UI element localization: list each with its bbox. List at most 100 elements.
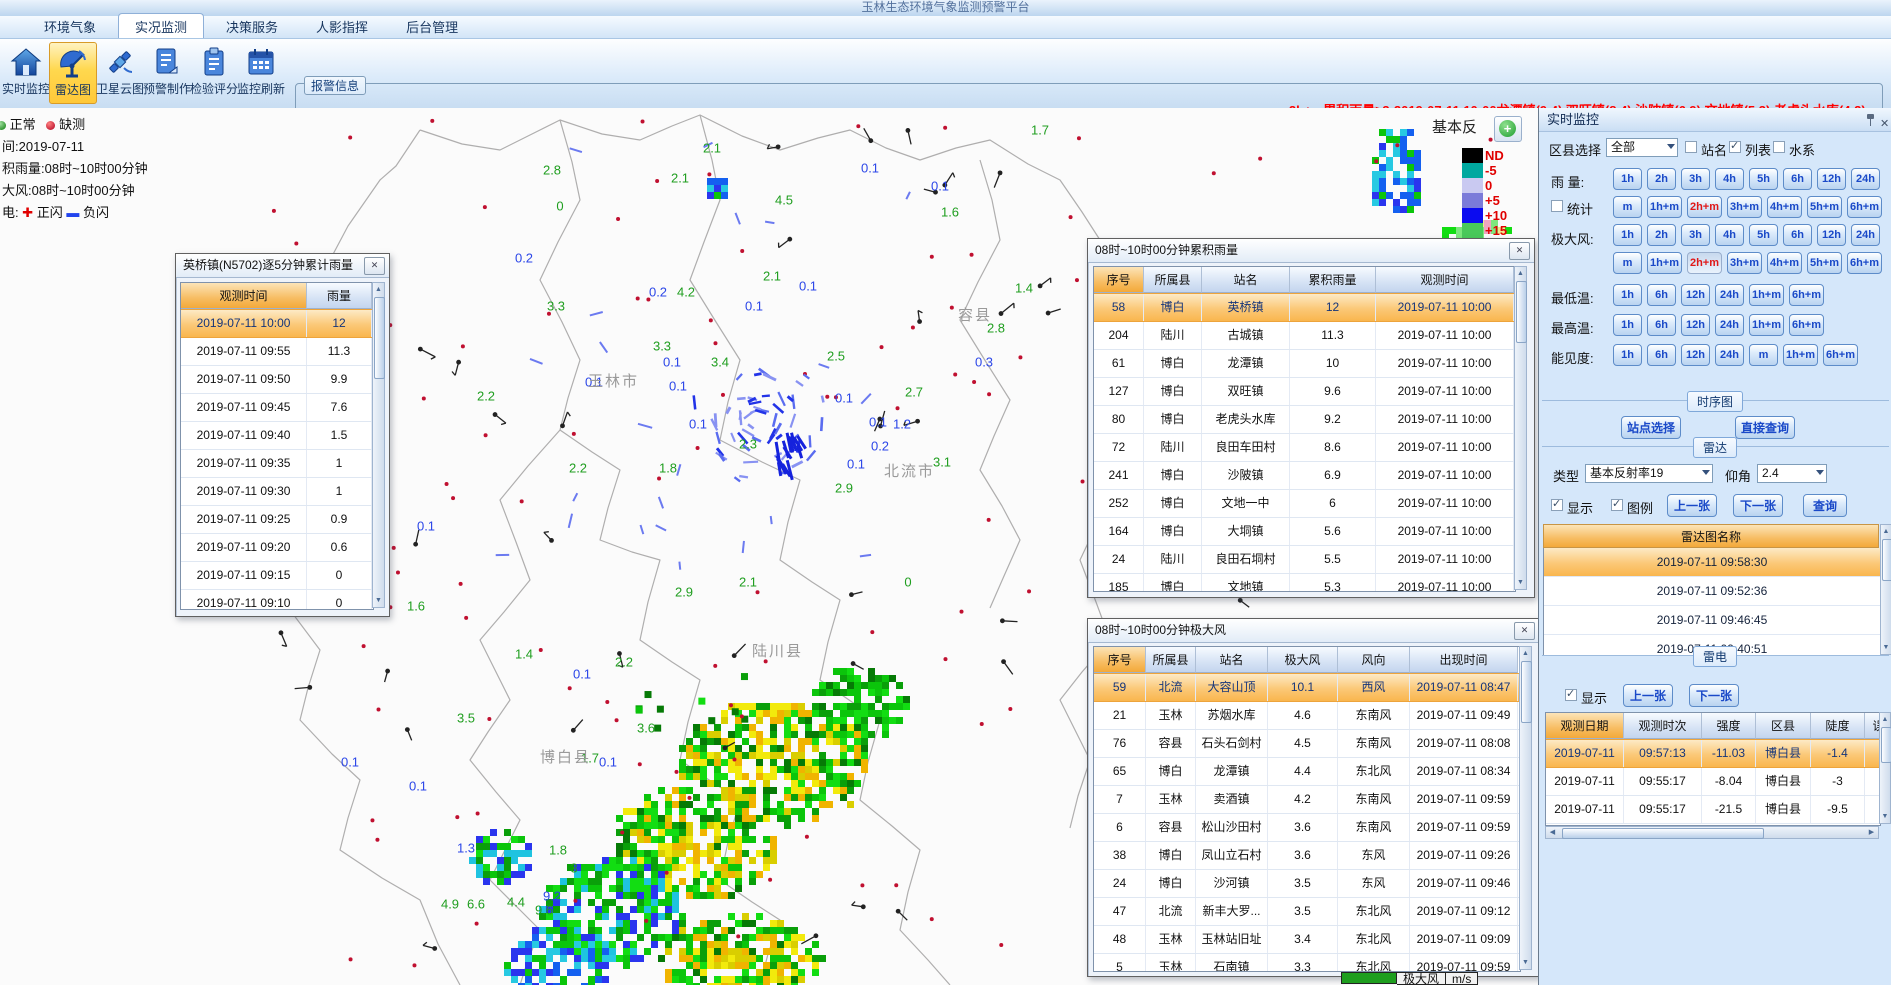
range-button-1h+m[interactable]: 1h+m [1647,196,1682,218]
table-row[interactable]: 2019-07-11 09:457.6 [181,394,373,422]
table-row[interactable]: 48玉林玉林站旧址3.4东北风2019-07-11 09:09 [1094,926,1520,954]
radar-next-button[interactable]: 下一张 [1733,494,1783,517]
toolbar-button-实时监控[interactable]: 实时监控 [2,42,50,104]
station-name-checkbox[interactable] [1685,141,1697,153]
column-header-雨量[interactable]: 雨量 [307,283,372,309]
range-button-6h+m[interactable]: 6h+m [1789,314,1824,336]
range-button-6h+m[interactable]: 6h+m [1847,196,1882,218]
table-row[interactable]: 21玉林苏烟水库4.6东南风2019-07-11 09:49 [1094,702,1520,730]
column-header-观测时间[interactable]: 观测时间 [181,283,307,309]
column-header-风向[interactable]: 风向 [1338,647,1410,673]
range-button-6h[interactable]: 6h [1647,284,1676,306]
statistics-checkbox[interactable] [1551,200,1563,212]
table-row[interactable]: 241博白沙陂镇6.92019-07-11 10:00 [1094,462,1515,490]
rain-acc-window-title[interactable]: 08时~10时00分钟累积雨量 ✕ [1088,239,1534,263]
range-button-1h[interactable]: 1h [1613,314,1642,336]
radar-list-item[interactable]: 2019-07-11 09:46:45 [1544,606,1880,635]
district-select-dropdown[interactable]: 全部 [1606,138,1678,157]
wind-window-title[interactable]: 08时~10时00分钟极大风 ✕ [1088,619,1539,643]
table-row[interactable]: 2019-07-1109:55:17-21.5博白县-9.511 [1546,796,1880,824]
range-button-4h+m[interactable]: 4h+m [1767,252,1802,274]
direct-query-button[interactable]: 直接查询 [1735,416,1795,439]
table-row[interactable]: 76容县石头石剑村4.5东南风2019-07-11 08:08 [1094,730,1520,758]
vertical-scrollbar[interactable]: ▲▼ [1880,524,1891,655]
table-row[interactable]: 2019-07-11 09:250.9 [181,506,373,534]
column-header-站名[interactable]: 站名 [1202,267,1290,293]
range-button-5h[interactable]: 5h [1749,168,1778,190]
table-row[interactable]: 5玉林石南镇3.3东北风2019-07-11 09:59 [1094,954,1520,972]
table-row[interactable]: 2019-07-11 09:301 [181,478,373,506]
column-header-序号[interactable]: 序号 [1094,267,1144,293]
table-row[interactable]: 59北流大容山顶10.1西风2019-07-11 08:47 [1094,673,1520,702]
table-row[interactable]: 2019-07-11 09:200.6 [181,534,373,562]
table-row[interactable]: 24博白沙河镇3.5东风2019-07-11 09:46 [1094,870,1520,898]
range-button-1h+m[interactable]: 1h+m [1749,314,1784,336]
radar-list-item[interactable]: 2019-07-11 09:52:36 [1544,577,1880,606]
range-button-2h[interactable]: 2h [1647,224,1676,246]
table-row[interactable]: 7玉林卖酒镇4.2东南风2019-07-11 09:59 [1094,786,1520,814]
column-header-站名[interactable]: 站名 [1196,647,1268,673]
column-header-出现时间[interactable]: 出现时间 [1410,647,1518,673]
column-header-区县[interactable]: 区县 [1756,713,1811,739]
range-button-1h[interactable]: 1h [1613,168,1642,190]
toolbar-button-卫星云图[interactable]: 卫星云图 [96,42,144,104]
range-button-6h+m[interactable]: 6h+m [1823,344,1858,366]
range-button-2h+m[interactable]: 2h+m [1687,196,1722,218]
table-row[interactable]: 127博白双旺镇9.62019-07-11 10:00 [1094,378,1515,406]
range-button-3h[interactable]: 3h [1681,224,1710,246]
column-header-观测时间[interactable]: 观测时间 [1376,267,1514,293]
range-button-4h[interactable]: 4h [1715,168,1744,190]
table-row[interactable]: 2019-07-11 09:100 [181,590,373,610]
vertical-scrollbar[interactable]: ▲▼ [372,282,385,608]
table-row[interactable]: 65博白龙潭镇4.4东北风2019-07-11 08:34 [1094,758,1520,786]
column-header-极大风[interactable]: 极大风 [1268,647,1338,673]
table-row[interactable]: 80博白老虎头水库9.22019-07-11 10:00 [1094,406,1515,434]
menu-tab-环境气象[interactable]: 环境气象 [28,14,112,38]
column-header-所属县[interactable]: 所属县 [1146,647,1196,673]
toolbar-button-监控刷新[interactable]: 监控刷新 [237,42,285,104]
range-button-1h[interactable]: 1h [1613,224,1642,246]
table-row[interactable]: 2019-07-11 09:401.5 [181,422,373,450]
menu-tab-实况监测[interactable]: 实况监测 [118,13,204,38]
radar-type-dropdown[interactable]: 基本反射率19 [1585,464,1713,483]
column-header-所属县[interactable]: 所属县 [1144,267,1202,293]
range-button-3h+m[interactable]: 3h+m [1727,196,1762,218]
range-button-24h[interactable]: 24h [1715,344,1744,366]
column-header-强度[interactable]: 强度 [1702,713,1756,739]
lightning-next-button[interactable]: 下一张 [1689,684,1739,707]
table-row[interactable]: 2019-07-11 09:509.9 [181,366,373,394]
horizontal-scrollbar[interactable]: ◀▶ [1545,826,1879,839]
range-button-6h+m[interactable]: 6h+m [1847,252,1882,274]
radar-list-item[interactable]: 2019-07-11 09:58:30 [1544,548,1880,577]
elevation-dropdown[interactable]: 2.4 [1757,464,1827,483]
table-row[interactable]: 204陆川古城镇11.32019-07-11 10:00 [1094,322,1515,350]
close-icon[interactable]: ✕ [1514,622,1535,640]
menu-tab-后台管理[interactable]: 后台管理 [390,14,474,38]
close-icon[interactable]: ✕ [1509,242,1530,260]
range-button-24h[interactable]: 24h [1851,224,1880,246]
rain-acc-window[interactable]: 08时~10时00分钟累积雨量 ✕ 序号所属县站名累积雨量观测时间 58博白英桥… [1087,238,1535,598]
lightning-table[interactable]: 观测日期观测时次强度区县陡度误差 2019-07-1109:57:13-11.0… [1545,712,1881,826]
vertical-scrollbar[interactable]: ▲▼ [1879,712,1891,824]
column-header-观测时次[interactable]: 观测时次 [1624,713,1702,739]
radar-query-button[interactable]: 查询 [1803,494,1847,517]
table-row[interactable]: 24陆川良田石垌村5.52019-07-11 10:00 [1094,546,1515,574]
wind-window[interactable]: 08时~10时00分钟极大风 ✕ 序号所属县站名极大风风向出现时间 59北流大容… [1087,618,1540,977]
table-row[interactable]: 2019-07-11 10:0012 [181,309,373,338]
table-row[interactable]: 2019-07-11 09:150 [181,562,373,590]
table-row[interactable]: 164博白大垌镇5.62019-07-11 10:00 [1094,518,1515,546]
range-button-1h+m[interactable]: 1h+m [1647,252,1682,274]
collapse-arrow-icon[interactable]: ✕ [1880,112,1889,136]
range-button-12h[interactable]: 12h [1681,344,1710,366]
table-row[interactable]: 58博白英桥镇122019-07-11 10:00 [1094,293,1515,322]
list-checkbox[interactable] [1729,141,1741,153]
range-button-2h+m[interactable]: 2h+m [1687,252,1722,274]
range-button-24h[interactable]: 24h [1715,284,1744,306]
pin-icon[interactable] [1865,113,1877,127]
column-header-陡度[interactable]: 陡度 [1811,713,1865,739]
table-row[interactable]: 2019-07-1109:57:13-11.03博白县-1.4 [1546,739,1880,768]
radar-prev-button[interactable]: 上一张 [1667,494,1717,517]
range-button-5h+m[interactable]: 5h+m [1807,252,1842,274]
range-button-6h[interactable]: 6h [1783,224,1812,246]
table-row[interactable]: 2019-07-11 09:5511.3 [181,338,373,366]
